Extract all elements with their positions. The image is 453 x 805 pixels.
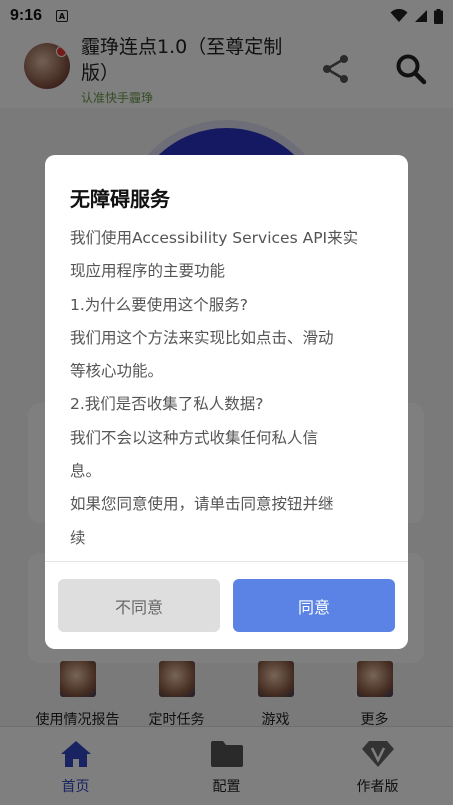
disagree-button[interactable]: 不同意 — [58, 579, 220, 632]
dialog-line: 2.我们是否收集了私人数据? — [70, 395, 264, 414]
dialog-body: 我们使用Accessibility Services API来实 现应用程序的主… — [70, 222, 390, 555]
accessibility-permission-dialog: 无障碍服务 我们使用Accessibility Services API来实 现… — [45, 155, 408, 649]
dialog-line: 我们不会以这种方式收集任何私人信 — [70, 428, 319, 447]
dialog-line: 我们用这个方法来实现比如点击、滑动 — [70, 328, 334, 347]
dialog-line: 现应用程序的主要功能 — [70, 262, 226, 281]
dialog-divider — [45, 561, 408, 562]
dialog-line: 息。 — [70, 462, 102, 481]
dialog-line: 如果您同意使用，请单击同意按钮并继 — [70, 495, 334, 514]
agree-button[interactable]: 同意 — [233, 579, 395, 632]
dialog-line: 等核心功能。 — [70, 362, 164, 381]
dialog-line: 我们使用Accessibility Services API来实 — [70, 229, 359, 247]
dialog-line: 1.为什么要使用这个服务? — [70, 295, 249, 314]
dialog-line: 续 — [70, 528, 86, 547]
dialog-title: 无障碍服务 — [70, 187, 170, 211]
